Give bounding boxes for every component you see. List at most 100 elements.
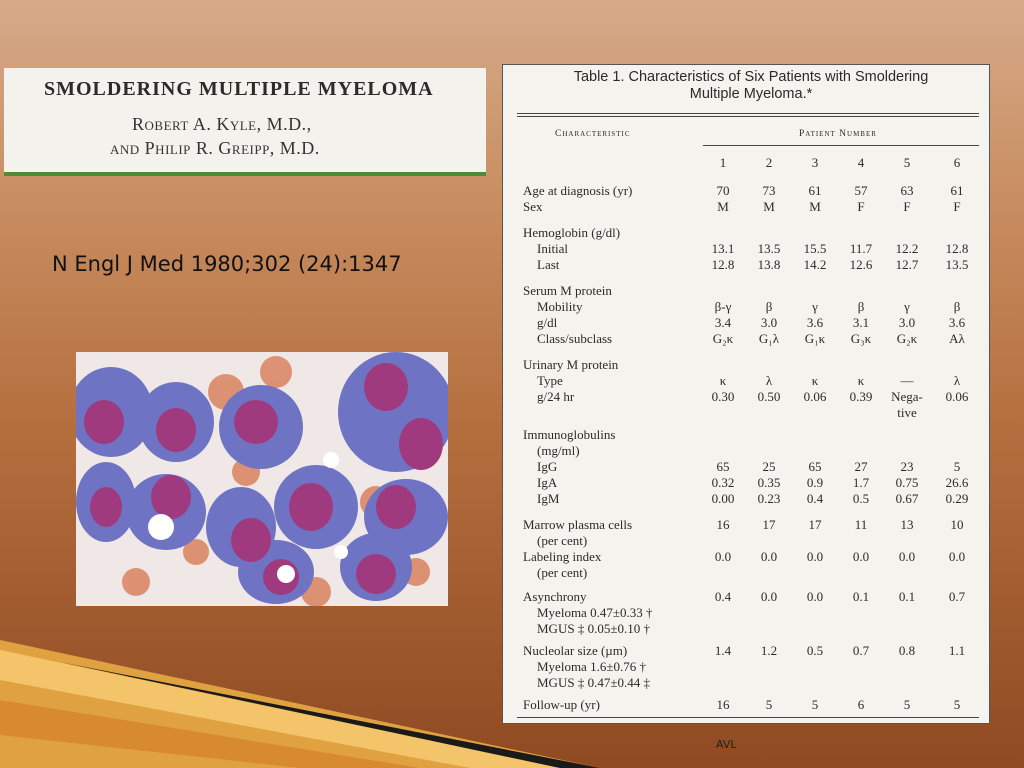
table-cell: β bbox=[857, 299, 865, 314]
table-row: g/dl 3.4 3.0 3.6 3.1 3.0 3.6 bbox=[523, 315, 983, 331]
table-rule-top-2 bbox=[517, 116, 979, 117]
table-cell: 0.0 bbox=[714, 549, 732, 564]
table-cell: 10 bbox=[950, 517, 964, 532]
table-cell: β bbox=[765, 299, 773, 314]
patient-number: 6 bbox=[953, 155, 961, 170]
table-cell: 3.1 bbox=[852, 315, 870, 330]
author-line-2: and Philip R. Greipp, M.D. bbox=[110, 138, 320, 158]
table-row: Last 12.8 13.8 14.2 12.6 12.7 13.5 bbox=[523, 257, 983, 273]
table-cell: 0.0 bbox=[948, 549, 966, 564]
table-cell: F bbox=[953, 199, 961, 214]
row-label: Labeling index bbox=[523, 549, 602, 564]
micrograph-image bbox=[76, 352, 448, 606]
table-cell: 3.0 bbox=[760, 315, 778, 330]
table-cell: 3.0 bbox=[898, 315, 916, 330]
table-cell: 0.0 bbox=[806, 589, 824, 604]
row-label: Last bbox=[537, 257, 560, 272]
table-cell: — bbox=[900, 373, 914, 388]
column-header-characteristic: Characteristic bbox=[555, 129, 631, 139]
row-label: Mobility bbox=[537, 299, 583, 314]
table-cell: 73 bbox=[762, 183, 776, 198]
table-cell: 11.7 bbox=[849, 241, 873, 256]
table-cell: 61 bbox=[808, 183, 822, 198]
table-row: Hemoglobin (g/dl) bbox=[523, 225, 983, 241]
table-cell: 0.5 bbox=[852, 491, 870, 506]
patient-number: 3 bbox=[811, 155, 819, 170]
table-row: Labeling index 0.0 0.0 0.0 0.0 0.0 0.0 bbox=[523, 549, 983, 565]
table-cell: 70 bbox=[716, 183, 730, 198]
table-cell: 61 bbox=[950, 183, 964, 198]
table-cell: 0.0 bbox=[852, 549, 870, 564]
table-row: (per cent) bbox=[523, 533, 983, 549]
table-cell: 0.0 bbox=[760, 589, 778, 604]
table-cell: 16 bbox=[716, 517, 730, 532]
table-cell: 16 bbox=[716, 697, 730, 712]
article-title: SMOLDERING MULTIPLE MYELOMA bbox=[44, 78, 434, 100]
table-row: (mg/ml) bbox=[523, 443, 983, 459]
table-title-line-2: Multiple Myeloma.* bbox=[689, 86, 813, 102]
table-title-line-1: Table 1. Characteristics of Six Patients… bbox=[573, 69, 929, 85]
table-cell: 3.6 bbox=[806, 315, 824, 330]
table-cell: 0.35 bbox=[757, 475, 781, 490]
row-label: Follow-up (yr) bbox=[523, 697, 600, 712]
table-cell: 0.9 bbox=[806, 475, 824, 490]
table-cell: M bbox=[717, 199, 729, 214]
table-cell: γ bbox=[812, 299, 818, 314]
table-cell: 57 bbox=[854, 183, 868, 198]
table-cell: 0.0 bbox=[760, 549, 778, 564]
table-cell: 27 bbox=[854, 459, 868, 474]
table-row: MGUS ‡ 0.47±0.44 ‡ bbox=[523, 675, 983, 691]
row-label: MGUS ‡ 0.47±0.44 ‡ bbox=[537, 675, 650, 690]
table-cell: 25 bbox=[762, 459, 776, 474]
row-label: (per cent) bbox=[537, 533, 588, 548]
table-cell: 0.06 bbox=[945, 389, 969, 404]
table-cell: 0.29 bbox=[945, 491, 969, 506]
table-cell: 0.67 bbox=[895, 491, 919, 506]
column-header-patient-number: Patient Number bbox=[799, 129, 877, 139]
patient-number: 1 bbox=[719, 155, 727, 170]
table-row: Myeloma 1.6±0.76 † bbox=[523, 659, 983, 675]
table-cell: 23 bbox=[900, 459, 914, 474]
table-row: IgG 65 25 65 27 23 5 bbox=[523, 459, 983, 475]
table-cell: 1.1 bbox=[948, 643, 966, 658]
table-cell: 0.8 bbox=[898, 643, 916, 658]
article-header-box: SMOLDERING MULTIPLE MYELOMA Robert A. Ky… bbox=[4, 68, 486, 176]
table-cell: G₁λ bbox=[758, 331, 780, 346]
author-line-1: Robert A. Kyle, M.D., bbox=[132, 114, 312, 134]
table-row: Nucleolar size (µm) 1.4 1.2 0.5 0.7 0.8 1.1 bbox=[523, 643, 983, 659]
table-cell: 13.8 bbox=[757, 257, 781, 272]
table-cell: 15.5 bbox=[803, 241, 827, 256]
table-row: Marrow plasma cells 16 17 17 11 13 10 bbox=[523, 517, 983, 533]
row-label: Type bbox=[537, 373, 563, 388]
row-label: IgA bbox=[537, 475, 558, 490]
table-row: tive bbox=[523, 405, 983, 421]
table-cell: 5 bbox=[765, 697, 773, 712]
table-cell: 17 bbox=[808, 517, 822, 532]
table-cell: 13.5 bbox=[757, 241, 781, 256]
table-cell: λ bbox=[765, 373, 773, 388]
table-cell: 1.2 bbox=[760, 643, 778, 658]
row-label: Serum M protein bbox=[523, 283, 612, 298]
row-label: Initial bbox=[537, 241, 569, 256]
table-title: Table 1. Characteristics of Six Patients… bbox=[521, 69, 981, 103]
table-cell: G₁κ bbox=[804, 331, 826, 346]
table-row: Urinary M protein bbox=[523, 357, 983, 373]
table-cell: 63 bbox=[900, 183, 914, 198]
table-cell: 0.4 bbox=[714, 589, 732, 604]
table-cell: M bbox=[763, 199, 775, 214]
row-label: g/24 hr bbox=[537, 389, 575, 404]
table-cell: 0.06 bbox=[803, 389, 827, 404]
characteristics-table-panel: Table 1. Characteristics of Six Patients… bbox=[502, 64, 990, 724]
row-label: Myeloma 1.6±0.76 † bbox=[537, 659, 646, 674]
table-row: (per cent) bbox=[523, 565, 983, 581]
table-cell: 11 bbox=[854, 517, 868, 532]
table-cell: G₂κ bbox=[712, 331, 734, 346]
table-cell: 0.50 bbox=[757, 389, 781, 404]
table-cell: κ bbox=[811, 373, 819, 388]
table-row: Initial 13.1 13.5 15.5 11.7 12.2 12.8 bbox=[523, 241, 983, 257]
patient-number-row: 1 2 3 4 5 6 bbox=[523, 155, 983, 171]
table-cell: 0.7 bbox=[948, 589, 966, 604]
row-label: IgM bbox=[537, 491, 560, 506]
table-cell: κ bbox=[857, 373, 865, 388]
table-cell: β bbox=[953, 299, 961, 314]
